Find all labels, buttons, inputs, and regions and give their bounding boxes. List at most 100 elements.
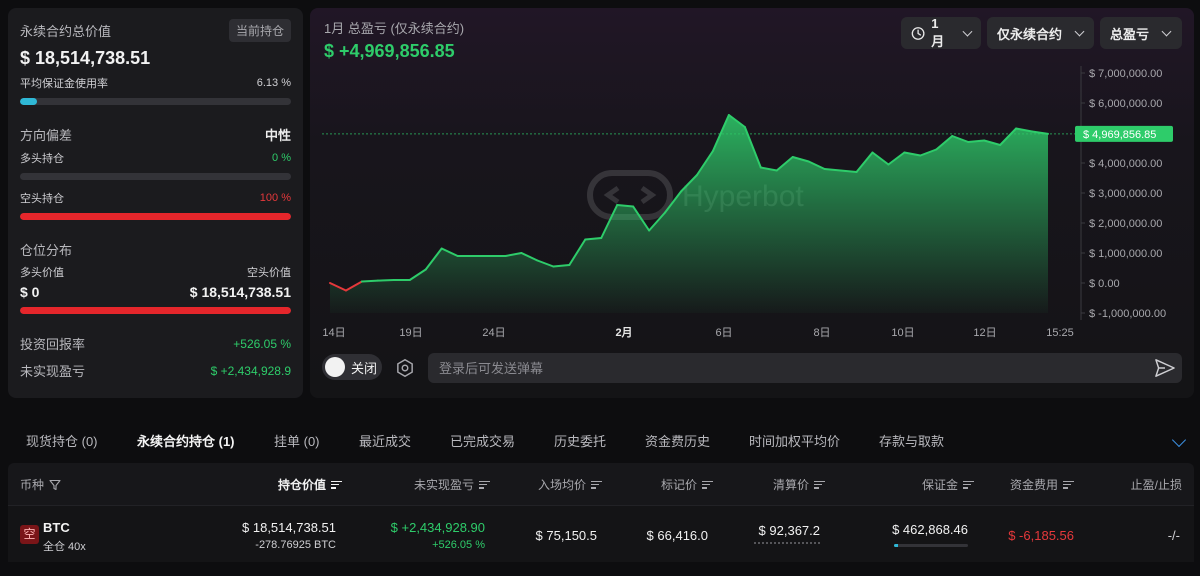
- pnl-line-segment: [376, 279, 395, 282]
- coin-symbol[interactable]: BTC: [43, 520, 70, 535]
- roi-value: +526.05 %: [233, 336, 291, 351]
- direction-bias-value: 中性: [264, 128, 291, 143]
- sort-icon: [814, 480, 825, 489]
- market-filter-label: 仅永续合约: [997, 26, 1063, 42]
- liquidation-dotted-underline: [754, 542, 820, 544]
- x-tick-label: 12日: [973, 327, 996, 339]
- tp-sl-value[interactable]: -/-: [1168, 528, 1180, 543]
- short-position-bar: [20, 213, 291, 220]
- margin-value[interactable]: $ 462,868.46: [892, 522, 968, 537]
- chevron-down-icon: [962, 26, 973, 36]
- y-tick-label: $ 6,000,000.00: [1089, 98, 1162, 110]
- position-value: $ 18,514,738.51: [242, 520, 336, 535]
- toggle-knob: [325, 357, 345, 377]
- long-value-label: 多头价值: [20, 267, 64, 279]
- filter-icon[interactable]: [49, 479, 61, 491]
- period-dropdown-label: 1月: [931, 16, 945, 49]
- danmaku-input[interactable]: [439, 360, 1129, 376]
- margin-usage-bar-fill: [20, 98, 37, 105]
- position-size: -278.76925 BTC: [255, 539, 336, 551]
- danmaku-input-box: [428, 353, 1182, 383]
- metric-dropdown[interactable]: 总盈亏: [1100, 17, 1182, 49]
- col-liq-price-label: 清算价: [772, 478, 809, 492]
- chevron-down-icon: [1074, 26, 1085, 36]
- short-value: $ 18,514,738.51: [189, 284, 291, 300]
- perp-total-value: $ 18,514,738.51: [20, 48, 151, 68]
- chevron-down-icon: [1161, 26, 1172, 36]
- margin-ratio-bar: [894, 544, 968, 547]
- pnl-chart: Hyperbot$ 7,000,000.00$ 6,000,000.00$ 5,…: [322, 66, 1173, 339]
- col-margin[interactable]: 保证金: [922, 476, 974, 493]
- col-tpsl-label: 止盈/止损: [1130, 478, 1182, 492]
- direction-bias-label: 方向偏差: [20, 128, 73, 143]
- long-position-label: 多头持仓: [20, 153, 64, 165]
- tab-order-history[interactable]: 历史委托: [554, 419, 606, 450]
- short-position-bar-fill: [20, 213, 291, 220]
- margin-usage-value: 6.13 %: [256, 77, 291, 89]
- liquidation-price: $ 92,367.2: [758, 523, 820, 538]
- pnl-chart-panel: Hyperbot$ 7,000,000.00$ 6,000,000.00$ 5,…: [310, 8, 1194, 398]
- tab-spot-positions[interactable]: 现货持仓 (0): [26, 419, 98, 450]
- short-position-pct: 100 %: [259, 192, 291, 204]
- position-tabs: 现货持仓 (0) 永续合约持仓 (1) 挂单 (0) 最近成交 已完成交易 历史…: [0, 419, 1200, 461]
- col-liq-price[interactable]: 清算价: [773, 476, 825, 493]
- funding-fee: $ -6,185.56: [1008, 528, 1074, 543]
- x-tick-label: 15:25: [1046, 327, 1074, 339]
- y-tick-label: $ 0.00: [1089, 278, 1120, 290]
- margin-mode: 全仓 40x: [43, 541, 86, 553]
- y-tick-label: $ 7,000,000.00: [1089, 68, 1162, 80]
- send-icon[interactable]: [1154, 358, 1176, 378]
- position-distribution-bar: [20, 307, 291, 314]
- position-distribution-bar-fill: [20, 307, 291, 314]
- col-coin-label: 币种: [20, 478, 45, 492]
- table-header: 币种 持仓价值 未实现盈亏 入场均价 标记价 清算价 保证金 资金费用 止盈/止…: [8, 463, 1194, 505]
- current-value-label: $ 4,969,856.85: [1083, 129, 1156, 141]
- settings-hexagon-icon[interactable]: [394, 357, 416, 379]
- chevron-down-icon[interactable]: [1171, 432, 1187, 448]
- margin-usage-bar: [20, 98, 291, 105]
- tab-recent-trades[interactable]: 最近成交: [359, 419, 411, 450]
- short-side-badge: 空: [20, 525, 39, 544]
- perp-total-value-label: 永续合约总价值: [20, 24, 112, 39]
- x-tick-label: 8日: [813, 327, 830, 339]
- col-coin[interactable]: 币种: [20, 476, 61, 493]
- sort-icon: [1063, 480, 1074, 489]
- y-tick-label: $ 1,000,000.00: [1089, 248, 1162, 260]
- positions-table: 币种 持仓价值 未实现盈亏 入场均价 标记价 清算价 保证金 资金费用 止盈/止…: [8, 463, 1194, 562]
- roi-label: 投资回报率: [20, 337, 86, 352]
- col-position-value[interactable]: 持仓价值: [278, 476, 342, 493]
- market-filter-dropdown[interactable]: 仅永续合约: [987, 17, 1094, 49]
- tab-deposits-withdrawals[interactable]: 存款与取款: [879, 419, 944, 450]
- tab-perp-positions[interactable]: 永续合约持仓 (1): [137, 419, 235, 450]
- period-dropdown[interactable]: 1月: [901, 16, 981, 49]
- y-tick-label: $ 4,000,000.00: [1089, 158, 1162, 170]
- col-margin-label: 保证金: [921, 478, 958, 492]
- table-row[interactable]: 空 BTC 全仓 40x $ 18,514,738.51 -278.76925 …: [8, 505, 1194, 562]
- perp-summary-panel: 永续合约总价值 当前持仓 $ 18,514,738.51 平均保证金使用率 6.…: [8, 8, 303, 398]
- long-position-pct: 0 %: [272, 152, 291, 164]
- position-distribution-label: 仓位分布: [20, 243, 73, 258]
- long-position-bar: [20, 173, 291, 180]
- col-unrealized-pnl-label: 未实现盈亏: [413, 478, 474, 492]
- tab-funding-history[interactable]: 资金费历史: [645, 419, 710, 450]
- short-position-label: 空头持仓: [20, 193, 64, 205]
- clock-icon: [911, 26, 925, 40]
- tab-twap[interactable]: 时间加权平均价: [749, 419, 840, 450]
- short-value-label: 空头价值: [247, 267, 291, 279]
- col-tpsl: 止盈/止损: [1131, 476, 1182, 493]
- x-tick-label: 6日: [715, 327, 732, 339]
- col-entry-price[interactable]: 入场均价: [538, 476, 602, 493]
- col-unrealized-pnl[interactable]: 未实现盈亏: [414, 476, 490, 493]
- col-funding-label: 资金费用: [1009, 478, 1058, 492]
- x-tick-label: 14日: [322, 327, 345, 339]
- sort-icon: [963, 480, 974, 489]
- sort-icon: [479, 480, 490, 489]
- tab-completed-trades[interactable]: 已完成交易: [450, 419, 515, 450]
- current-position-badge[interactable]: 当前持仓: [228, 19, 291, 42]
- mark-price: $ 66,416.0: [646, 528, 708, 543]
- tab-open-orders[interactable]: 挂单 (0): [274, 419, 320, 450]
- col-mark-price[interactable]: 标记价: [661, 476, 713, 493]
- col-funding[interactable]: 资金费用: [1010, 476, 1074, 493]
- margin-ratio-bar-fill: [894, 544, 899, 547]
- danmaku-toggle[interactable]: 关闭: [322, 354, 382, 380]
